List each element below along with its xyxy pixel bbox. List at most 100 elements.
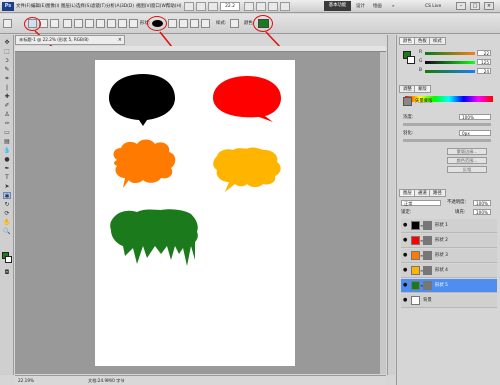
zoom-tool-icon[interactable] [256, 2, 266, 11]
red-slider[interactable] [425, 52, 475, 55]
visibility-eye-icon[interactable]: ● [403, 237, 409, 244]
menu-3d[interactable]: 3D(D) [121, 3, 134, 11]
menu-filter[interactable]: 滤镜(T) [91, 3, 106, 11]
color-panel-background[interactable] [407, 56, 415, 64]
menu-edit[interactable]: 编辑(E) [31, 3, 46, 11]
menu-layer[interactable]: 图层(L) [61, 3, 76, 11]
feather-slider[interactable] [403, 139, 491, 142]
vertical-scrollbar[interactable] [380, 52, 386, 374]
color-range-button[interactable]: 颜色范围... [447, 157, 487, 164]
blue-slider[interactable] [425, 70, 475, 73]
zoom-level[interactable]: 22.2 [220, 2, 240, 11]
freeform-pen-icon[interactable] [74, 19, 83, 28]
feather-input[interactable]: 0px [459, 130, 491, 136]
menu-analysis[interactable]: 分析(A) [106, 3, 121, 11]
crop-tool-icon[interactable]: ⌗ [3, 75, 11, 82]
fill-input[interactable]: 100% [473, 209, 491, 215]
type-tool-icon[interactable]: T [3, 174, 11, 181]
tab-masks[interactable]: 蒙版 [414, 85, 431, 93]
rounded-rectangle-icon[interactable] [96, 19, 105, 28]
status-zoom[interactable]: 22.19% [18, 377, 34, 385]
tool-preset-icon[interactable] [3, 19, 12, 28]
lasso-tool-icon[interactable]: ↄ [3, 57, 11, 64]
menu-select[interactable]: 选择(S) [76, 3, 91, 11]
quick-select-icon[interactable]: ✎ [3, 66, 11, 73]
layer-row[interactable]: ● ∞ 形状 2 [401, 234, 497, 248]
pen-tool-icon[interactable] [63, 19, 72, 28]
document-canvas[interactable] [95, 60, 295, 366]
layer-row[interactable]: ● ∞ 形状 4 [401, 264, 497, 278]
density-slider[interactable] [403, 123, 491, 126]
style-picker-icon[interactable] [230, 19, 239, 28]
menu-help[interactable]: 帮助(H) [166, 3, 182, 11]
view-extras-icon[interactable] [208, 2, 218, 11]
fill-pixels-mode-icon[interactable] [50, 19, 59, 28]
tab-paths[interactable]: 路径 [429, 189, 446, 197]
custom-shape-tool-icon[interactable] [129, 19, 138, 28]
workspace-essentials-button[interactable]: 基本功能 [324, 1, 351, 11]
green-slider[interactable] [425, 61, 475, 64]
3d-rotate-icon[interactable]: ↻ [3, 201, 11, 208]
eyedropper-icon[interactable]: ǀ [3, 84, 11, 91]
blue-value[interactable]: 24 [477, 68, 491, 74]
rectangle-tool-icon[interactable] [85, 19, 94, 28]
menu-image[interactable]: 图像(I) [46, 3, 60, 11]
clone-stamp-icon[interactable]: ♙ [3, 111, 11, 118]
background-color-swatch[interactable] [5, 256, 12, 263]
vector-mask-thumbnail[interactable] [423, 266, 432, 275]
marquee-tool-icon[interactable]: ⬚ [3, 48, 11, 55]
red-value[interactable]: 22 [477, 50, 491, 56]
history-brush-icon[interactable]: ✑ [3, 120, 11, 127]
vector-mask-thumbnail[interactable] [423, 281, 432, 290]
maximize-icon[interactable]: □ [470, 2, 480, 10]
visibility-eye-icon[interactable]: ● [403, 252, 409, 259]
layer-row[interactable]: ● 背景 [401, 294, 497, 308]
visibility-eye-icon[interactable]: ● [403, 222, 409, 229]
move-tool-icon[interactable]: ✥ [3, 39, 11, 46]
hand-tool-icon[interactable] [244, 2, 254, 11]
3d-orbit-icon[interactable]: ⟳ [3, 210, 11, 217]
minimize-icon[interactable]: – [456, 2, 466, 10]
green-value[interactable]: 125 [477, 59, 491, 65]
gradient-tool-icon[interactable]: ▤ [3, 138, 11, 145]
polygon-tool-icon[interactable] [118, 19, 127, 28]
vector-mask-thumbnail[interactable] [423, 221, 432, 230]
workspace-design-link[interactable]: 设计 [356, 3, 365, 11]
cs-live-link[interactable]: CS Live [425, 3, 441, 11]
screen-mode-icon[interactable] [280, 2, 290, 11]
layer-row[interactable]: ● ∞ 形状 3 [401, 249, 497, 263]
dodge-tool-icon[interactable]: ● [3, 156, 11, 163]
brush-tool-icon[interactable]: ✐ [3, 102, 11, 109]
mini-bridge-icon[interactable] [196, 2, 206, 11]
density-input[interactable]: 100% [459, 114, 491, 120]
pen-tool-icon[interactable]: ✒ [3, 165, 11, 172]
blend-mode-select[interactable]: 正常 [401, 200, 441, 206]
combine-mode-icon[interactable] [168, 19, 177, 28]
vector-mask-thumbnail[interactable] [423, 236, 432, 245]
menu-file[interactable]: 文件(F) [16, 3, 31, 11]
layer-row[interactable]: ● ∞ 形状 5 [401, 279, 497, 293]
opacity-input[interactable]: 100% [473, 200, 491, 206]
arrange-documents-icon[interactable] [268, 2, 278, 11]
intersect-mode-icon[interactable] [190, 19, 199, 28]
tab-styles[interactable]: 样式 [429, 37, 446, 45]
eraser-tool-icon[interactable]: ▭ [3, 129, 11, 136]
document-tab[interactable]: 未标题-1 @ 22.2% (形状 5, RGB/8) × [15, 35, 125, 45]
blur-tool-icon[interactable]: 💧 [3, 147, 11, 154]
menu-view[interactable]: 视图(V) [136, 3, 151, 11]
layer-row[interactable]: ● ∞ 形状 1 [401, 219, 497, 233]
visibility-eye-icon[interactable]: ● [403, 267, 409, 274]
workspace-paint-link[interactable]: 绘画 [373, 3, 382, 11]
visibility-eye-icon[interactable]: ● [403, 282, 409, 289]
bridge-icon[interactable] [184, 2, 194, 11]
more-workspaces-icon[interactable]: » [392, 3, 395, 11]
visibility-eye-icon[interactable]: ● [403, 297, 409, 304]
hand-tool-icon[interactable]: ✋ [3, 219, 11, 226]
mask-edge-button[interactable]: 蒙版边缘... [447, 148, 487, 155]
close-icon[interactable]: × [484, 2, 494, 10]
ellipse-tool-icon[interactable] [107, 19, 116, 28]
path-select-icon[interactable]: ➤ [3, 183, 11, 190]
exclude-mode-icon[interactable] [201, 19, 210, 28]
quick-mask-icon[interactable]: ◘ [3, 269, 11, 276]
custom-shape-icon[interactable]: ✱ [3, 192, 11, 200]
